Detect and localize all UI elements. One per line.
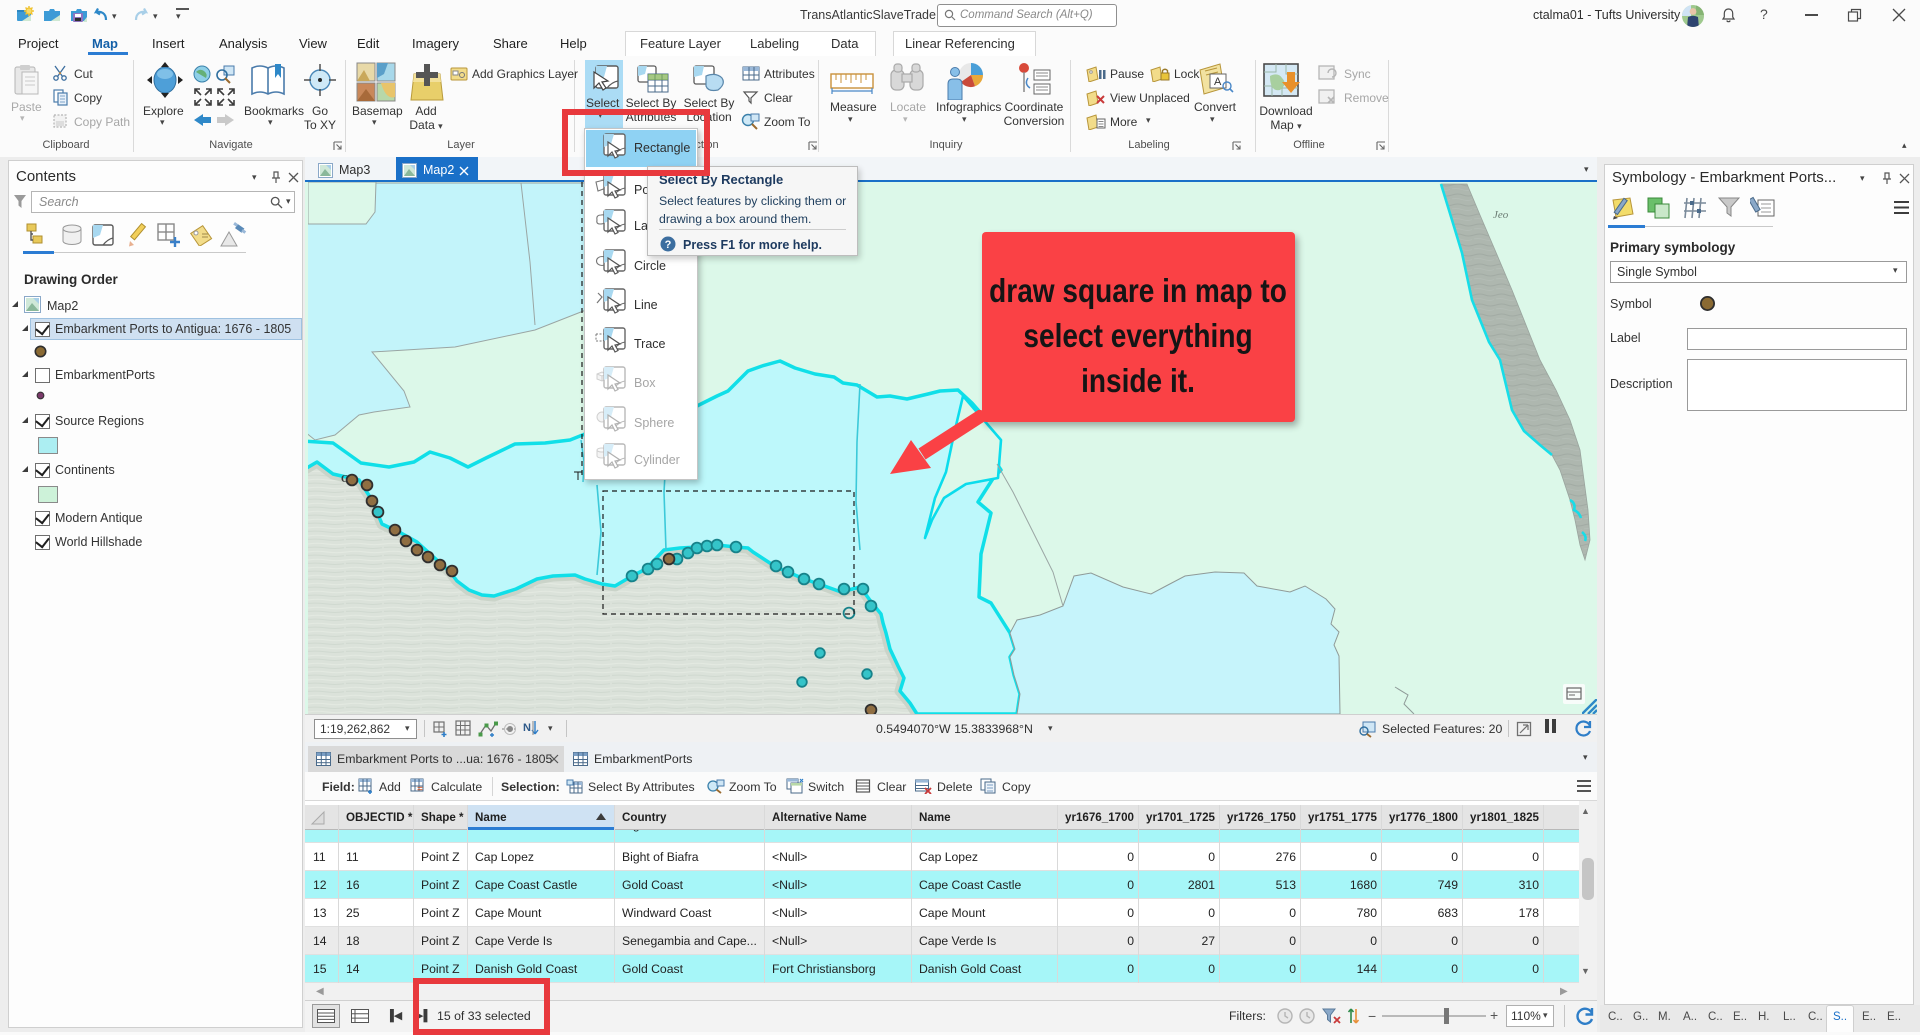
svg-text:N: N <box>523 722 531 734</box>
svg-text:=: = <box>417 784 423 794</box>
svg-text:Jeo: Jeo <box>1493 209 1509 221</box>
svg-text:A: A <box>1214 76 1222 88</box>
svg-text:?: ? <box>665 239 672 251</box>
